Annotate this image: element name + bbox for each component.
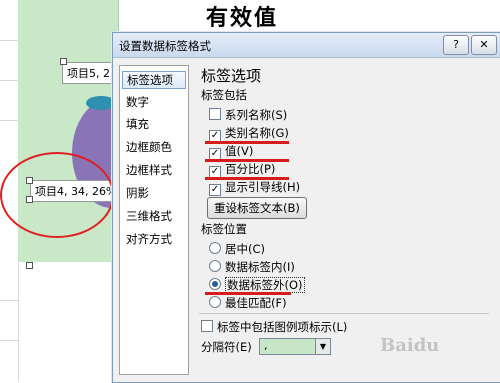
nav-label-options[interactable]: 标签选项 (122, 71, 186, 89)
nav-number[interactable]: 数字 (126, 94, 149, 110)
nav-border-color[interactable]: 边框颜色 (126, 139, 172, 155)
grid-line (0, 340, 18, 341)
close-button[interactable]: ✕ (471, 35, 497, 55)
dialog-title: 设置数据标签格式 (119, 39, 211, 53)
data-label-item5[interactable]: 项目5, 2 (62, 62, 115, 84)
radio[interactable] (209, 260, 221, 272)
option-value[interactable]: ✓ 值(V) (209, 143, 253, 160)
watermark-logo: Baidu (380, 335, 440, 356)
category-list: 标签选项 数字 填充 边框颜色 边框样式 阴影 三维格式 对齐方式 (119, 65, 189, 375)
label-contains-heading: 标签包括 (201, 88, 247, 102)
grid-line (0, 80, 18, 81)
checkbox[interactable] (209, 108, 221, 120)
option-leader-lines[interactable]: ✓ 显示引导线(H) (209, 179, 300, 196)
selection-handle[interactable] (60, 58, 67, 65)
nav-border-style[interactable]: 边框样式 (126, 162, 172, 178)
format-data-labels-dialog: 设置数据标签格式 ? ✕ 标签选项 数字 填充 边框颜色 边框样式 阴影 三维格… (112, 32, 500, 383)
checkbox-checked[interactable]: ✓ (209, 184, 221, 196)
option-category-name[interactable]: ✓ 类别名称(G) (209, 125, 289, 142)
dialog-titlebar[interactable]: 设置数据标签格式 ? ✕ (113, 33, 500, 58)
selection-handle[interactable] (26, 262, 33, 269)
checkbox[interactable] (201, 320, 213, 332)
radio[interactable] (209, 296, 221, 308)
nav-alignment[interactable]: 对齐方式 (126, 231, 172, 247)
help-button[interactable]: ? (443, 35, 469, 55)
grid-line (0, 120, 18, 121)
section-title: 标签选项 (201, 67, 262, 85)
position-outside-end[interactable]: 数据标签外(O) (209, 277, 305, 293)
nav-shadow[interactable]: 阴影 (126, 185, 149, 201)
position-center[interactable]: 居中(C) (209, 241, 265, 257)
chevron-down-icon[interactable]: ▼ (315, 339, 330, 354)
separator-label: 分隔符(E) (201, 340, 252, 354)
radio-selected[interactable] (209, 278, 221, 290)
separator-value: , (264, 339, 268, 352)
radio[interactable] (209, 242, 221, 254)
nav-fill[interactable]: 填充 (126, 116, 149, 132)
annotation-ellipse (0, 152, 114, 238)
position-inside-end[interactable]: 数据标签内(I) (209, 259, 295, 275)
label-position-heading: 标签位置 (201, 222, 247, 236)
option-series-name[interactable]: 系列名称(S) (209, 107, 287, 123)
chart-title[interactable]: 有效值 (206, 0, 278, 32)
divider (199, 313, 489, 314)
separator-dropdown[interactable]: , ▼ (259, 338, 331, 355)
grid-line (0, 40, 18, 41)
grid-line (0, 300, 18, 301)
position-best-fit[interactable]: 最佳匹配(F) (209, 295, 287, 311)
reset-label-text-button[interactable]: 重设标签文本(B) (207, 197, 307, 219)
nav-3d-format[interactable]: 三维格式 (126, 208, 172, 224)
option-legend-key[interactable]: 标签中包括图例项标示(L) (201, 319, 347, 335)
option-percentage[interactable]: ✓ 百分比(P) (209, 161, 275, 178)
